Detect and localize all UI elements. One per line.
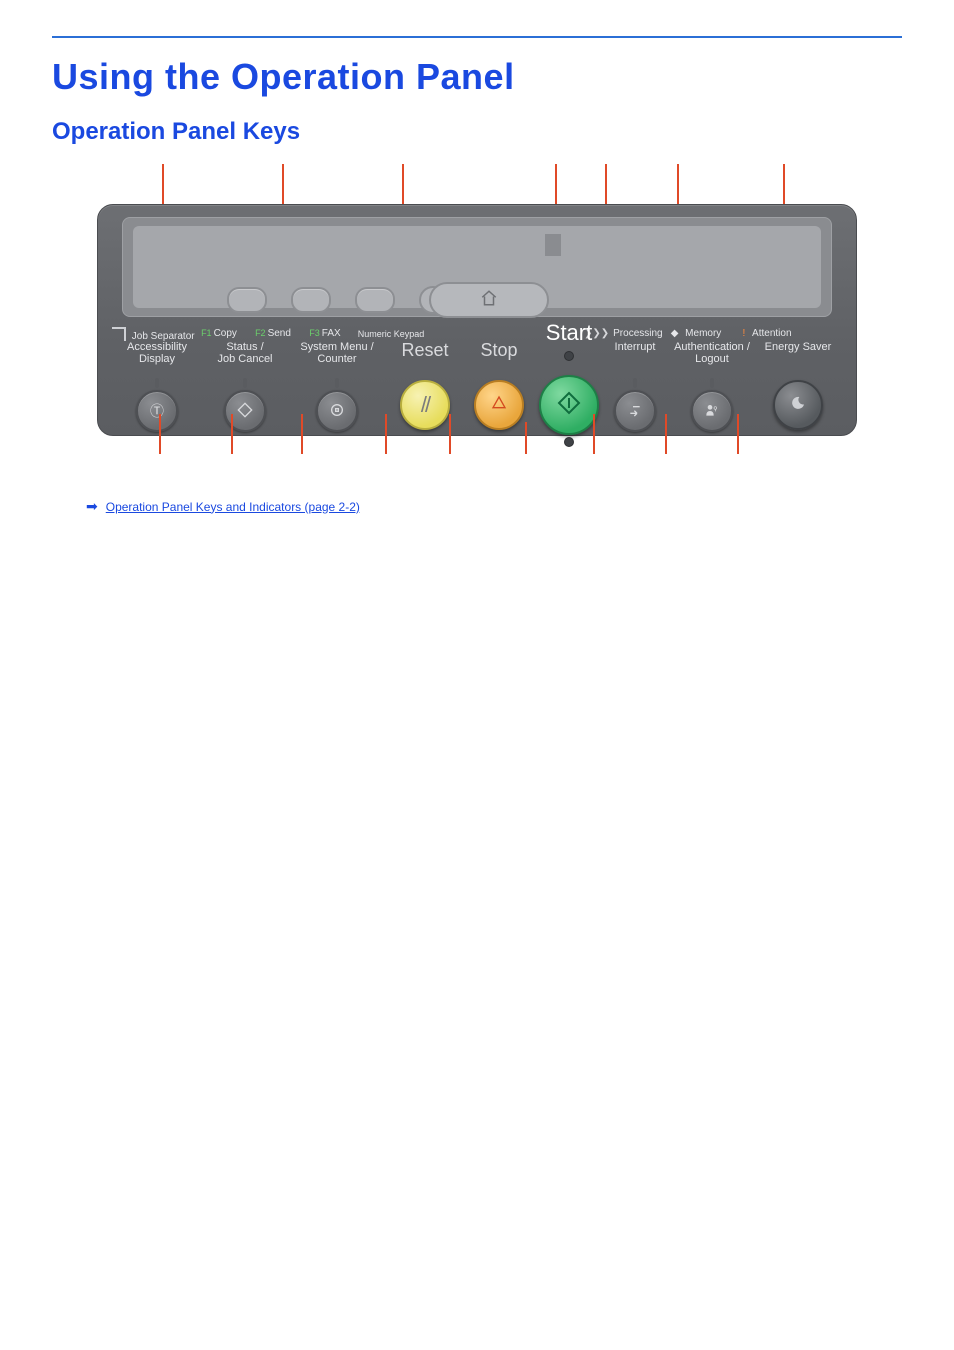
- label-attention: ! Attention: [732, 328, 802, 339]
- callout-line: [301, 414, 303, 454]
- top-label-row: Job Separator F1Copy F2Send F3FAX Numeri…: [112, 325, 842, 342]
- label-interrupt: Interrupt: [604, 341, 666, 353]
- function-oval-f1[interactable]: [227, 287, 267, 313]
- energy-saver-button[interactable]: [773, 380, 823, 430]
- reference-link[interactable]: Operation Panel Keys and Indicators (pag…: [106, 500, 360, 514]
- home-icon: [480, 289, 498, 312]
- callout-line: [525, 422, 527, 454]
- callout-line: [385, 414, 387, 454]
- sysmenu-icon: [329, 402, 345, 421]
- label-reset: Reset: [386, 341, 464, 361]
- callout-line: [737, 414, 739, 454]
- label-memory: ◆ Memory: [660, 328, 732, 339]
- stop-icon: [491, 395, 507, 416]
- system-menu-button[interactable]: [316, 390, 358, 432]
- stop-button[interactable]: [474, 380, 524, 430]
- reset-icon: //: [421, 392, 429, 418]
- callout-line: [162, 164, 164, 204]
- label-copy: F1Copy: [192, 328, 246, 339]
- accessibility-button[interactable]: Ⓣ: [136, 390, 178, 432]
- start-led-bottom: [564, 437, 574, 447]
- auth-logout-button[interactable]: [691, 390, 733, 432]
- callout-line: [605, 164, 607, 204]
- screen-notch: [545, 234, 561, 256]
- button-row: Ⓣ: [112, 375, 842, 435]
- start-led-top: [564, 351, 574, 361]
- callout-line: [449, 414, 451, 454]
- callout-line: [783, 164, 785, 204]
- panel-screen-area: [122, 217, 832, 317]
- interrupt-button[interactable]: [614, 390, 656, 432]
- status-icon: [237, 402, 253, 421]
- callout-line: [677, 164, 679, 204]
- reference-row: ➡ Operation Panel Keys and Indicators (p…: [86, 498, 902, 515]
- page-title: Using the Operation Panel: [52, 56, 902, 98]
- section-heading: Operation Panel Keys: [52, 118, 902, 146]
- callout-line: [593, 414, 595, 454]
- function-oval-f2[interactable]: [291, 287, 331, 313]
- callout-line: [159, 414, 161, 454]
- function-oval-f3[interactable]: [355, 287, 395, 313]
- label-system-menu: System Menu / Counter: [288, 341, 386, 365]
- label-auth-logout: Authentication / Logout: [666, 341, 758, 365]
- energy-icon: [790, 395, 806, 416]
- label-energy-saver: Energy Saver: [758, 341, 838, 353]
- label-fax: F3FAX: [300, 328, 350, 339]
- callout-line: [402, 164, 404, 204]
- home-button[interactable]: [429, 282, 549, 318]
- reset-button[interactable]: //: [400, 380, 450, 430]
- logout-icon: [704, 402, 720, 421]
- arrow-icon: ➡: [86, 498, 98, 515]
- label-numeric-keypad: Numeric Keypad: [350, 329, 432, 339]
- label-accessibility: Accessibility Display: [112, 341, 202, 365]
- label-stop: Stop: [464, 341, 534, 361]
- top-rule: [52, 36, 902, 38]
- label-start: Start: [534, 321, 604, 345]
- label-status-cancel: Status / Job Cancel: [202, 341, 288, 365]
- job-separator-icon: [112, 327, 126, 341]
- callout-line: [282, 164, 284, 204]
- main-label-row: Accessibility Display Status / Job Cance…: [112, 341, 842, 365]
- operation-panel: Job Separator F1Copy F2Send F3FAX Numeri…: [97, 204, 857, 436]
- start-icon: [557, 391, 581, 420]
- callout-line: [231, 414, 233, 454]
- start-button[interactable]: [539, 375, 599, 435]
- label-send: F2Send: [246, 328, 300, 339]
- interrupt-icon: [627, 402, 643, 421]
- accessibility-icon: Ⓣ: [150, 401, 164, 421]
- attention-icon: !: [742, 328, 745, 339]
- label-job-separator: Job Separator: [112, 325, 192, 342]
- function-ovals: [227, 286, 447, 314]
- callout-line: [665, 414, 667, 454]
- memory-icon: ◆: [671, 328, 679, 339]
- operation-panel-figure: Job Separator F1Copy F2Send F3FAX Numeri…: [97, 164, 857, 474]
